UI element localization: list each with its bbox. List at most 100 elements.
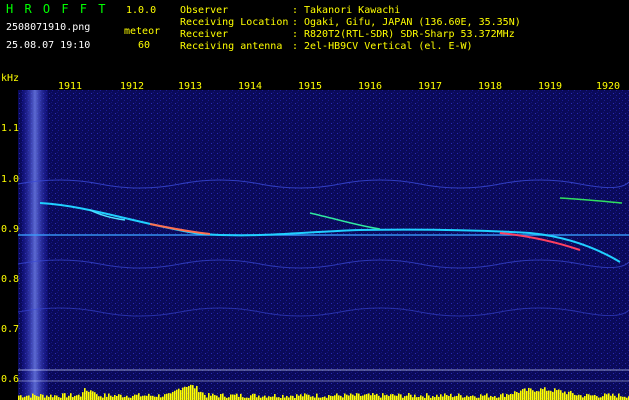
- level-bar: [374, 394, 376, 400]
- level-bar: [38, 396, 40, 400]
- level-bar: [520, 390, 522, 400]
- time-tick-1914: 1914: [238, 81, 263, 92]
- level-bar: [232, 394, 234, 400]
- level-bar: [210, 395, 212, 400]
- level-bar: [368, 393, 370, 400]
- level-bar: [364, 394, 366, 400]
- level-bar: [538, 391, 540, 400]
- level-bar: [34, 395, 36, 400]
- info-sep-observer: :: [292, 5, 299, 16]
- level-bar: [338, 395, 340, 400]
- info-label-antenna: Receiving antenna: [180, 41, 283, 52]
- level-bar: [526, 390, 528, 400]
- level-bar: [68, 395, 70, 400]
- level-bar: [508, 394, 510, 400]
- level-bar: [324, 396, 326, 400]
- level-bar: [348, 395, 350, 400]
- level-bar: [184, 386, 186, 400]
- level-bar: [406, 395, 408, 400]
- level-bar: [182, 387, 184, 400]
- level-bar: [264, 395, 266, 400]
- level-bar: [136, 394, 138, 400]
- spectrogram: [0, 72, 629, 400]
- level-bar: [442, 396, 444, 400]
- level-bar: [312, 396, 314, 400]
- level-bar: [414, 394, 416, 400]
- level-bar: [202, 392, 204, 400]
- level-bar: [148, 393, 150, 400]
- level-bar: [482, 395, 484, 400]
- info-value-location: Ogaki, Gifu, JAPAN (136.60E, 35.35N): [304, 17, 521, 28]
- level-bar: [216, 395, 218, 400]
- level-bar: [532, 390, 534, 400]
- level-bar: [612, 393, 614, 400]
- level-bar: [180, 390, 182, 400]
- level-bar: [62, 393, 64, 400]
- freq-tick-0.7: 0.7: [1, 324, 20, 335]
- level-bar: [274, 394, 276, 400]
- level-bar: [460, 395, 462, 400]
- level-bar: [152, 395, 154, 400]
- level-bar: [208, 393, 210, 400]
- level-bar: [220, 394, 222, 400]
- level-bar: [134, 394, 136, 400]
- level-bar: [610, 395, 612, 400]
- level-bar: [446, 395, 448, 400]
- level-bar: [614, 395, 616, 400]
- level-bar: [594, 394, 596, 400]
- level-bar: [86, 390, 88, 400]
- time-tick-1912: 1912: [120, 81, 145, 92]
- level-bar: [474, 396, 476, 400]
- level-bar: [340, 395, 342, 400]
- level-bar: [98, 396, 100, 400]
- level-bar: [172, 391, 174, 400]
- time-tick-1917: 1917: [418, 81, 443, 92]
- level-bar: [618, 393, 620, 400]
- level-bar: [254, 393, 256, 400]
- level-bar: [334, 395, 336, 400]
- level-bar: [40, 394, 42, 400]
- level-bar: [126, 395, 128, 400]
- level-bar: [20, 395, 22, 400]
- level-bar: [46, 395, 48, 400]
- level-bar: [444, 393, 446, 400]
- level-bar: [420, 395, 422, 400]
- level-bar: [296, 394, 298, 400]
- level-bar: [214, 395, 216, 400]
- level-bar: [316, 393, 318, 400]
- level-bar: [602, 396, 604, 400]
- time-tick-1918: 1918: [478, 81, 503, 92]
- noise-floor: [18, 90, 629, 400]
- level-bar: [428, 395, 430, 400]
- level-bar: [94, 392, 96, 400]
- level-bar: [376, 393, 378, 400]
- level-bar: [108, 393, 110, 400]
- level-bar: [500, 394, 502, 400]
- level-bar: [360, 395, 362, 400]
- level-bar: [258, 395, 260, 400]
- level-bar: [32, 393, 34, 400]
- level-bar: [132, 395, 134, 400]
- level-bar: [580, 395, 582, 400]
- level-bar: [456, 395, 458, 400]
- level-bar: [576, 395, 578, 400]
- level-bar: [42, 394, 44, 400]
- level-bar: [54, 395, 56, 400]
- level-bar: [166, 393, 168, 400]
- freq-tick-0.9: 0.9: [1, 224, 20, 235]
- level-bar: [596, 396, 598, 400]
- level-bar: [604, 393, 606, 400]
- level-bar: [590, 395, 592, 400]
- level-bar: [490, 395, 492, 400]
- freq-tick-1.0: 1.0: [1, 174, 20, 185]
- mode-label: meteor: [124, 26, 161, 37]
- level-bar: [572, 393, 574, 400]
- level-bar: [506, 393, 508, 400]
- level-bar: [272, 396, 274, 400]
- time-tick-1915: 1915: [298, 81, 323, 92]
- level-bar: [350, 393, 352, 400]
- level-bar: [388, 396, 390, 400]
- level-bar: [378, 395, 380, 400]
- level-bar: [290, 395, 292, 400]
- level-bar: [336, 393, 338, 400]
